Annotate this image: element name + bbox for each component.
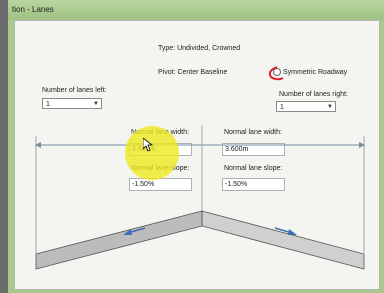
red-annotation-scribble	[268, 66, 284, 81]
mouse-pointer-icon	[143, 138, 153, 152]
title-bar[interactable]: tion - Lanes	[8, 0, 384, 20]
right-slope-arrow-head-icon	[288, 229, 297, 235]
roadway-section-drawing	[35, 66, 365, 270]
dialog-body: Type: Undivided, Crowned Pivot: Center B…	[14, 20, 380, 290]
lanes-dialog: tion - Lanes Type: Undivided, Crowned Pi…	[8, 0, 384, 293]
right-pavement	[201, 210, 365, 270]
window-title: tion - Lanes	[12, 5, 54, 14]
left-pavement	[35, 210, 203, 270]
cursor-highlight	[125, 126, 179, 180]
